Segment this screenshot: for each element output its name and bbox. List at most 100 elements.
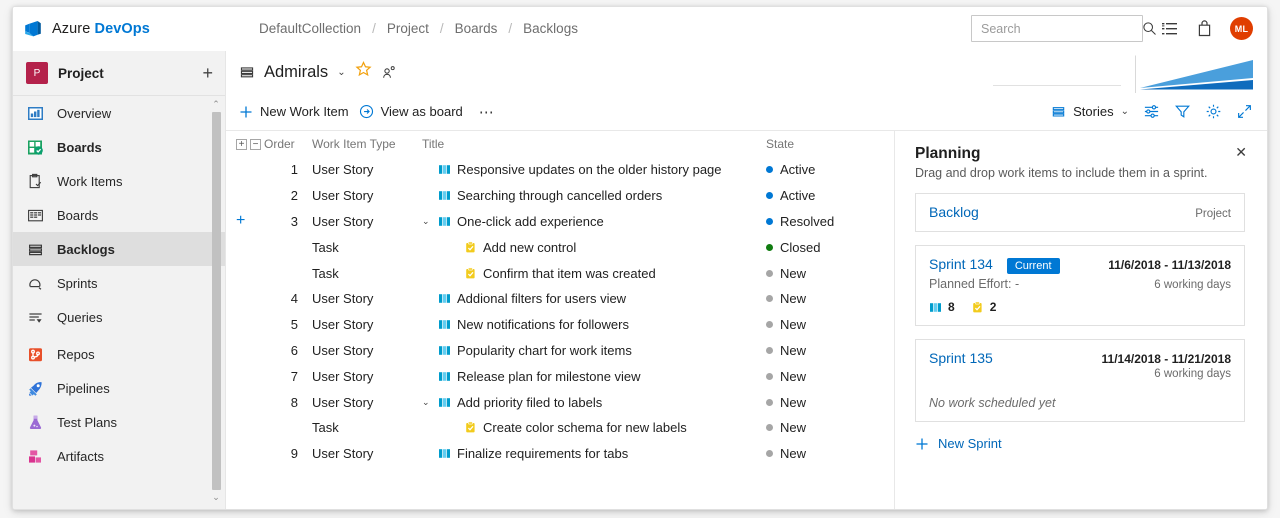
row-expand-chevron-icon[interactable]: ⌄ [422, 397, 432, 408]
velocity-chart-widget[interactable] [1135, 55, 1253, 93]
work-item-title[interactable]: One-click add experience [457, 214, 604, 229]
work-item-title[interactable]: Confirm that item was created [483, 266, 656, 281]
search-box[interactable] [971, 15, 1156, 42]
star-icon[interactable] [355, 61, 372, 83]
backlog-drop-card[interactable]: Backlog Project [915, 193, 1245, 232]
column-options-icon[interactable] [1143, 103, 1160, 120]
view-as-board-button[interactable]: View as board [359, 104, 473, 119]
project-header[interactable]: P Project + [13, 51, 225, 96]
column-header-title[interactable]: Title [422, 131, 766, 157]
cell-work-item-type: User Story [312, 213, 374, 229]
table-row[interactable]: 4 User Story ⌄Addional filters for users v… [226, 286, 894, 312]
table-row[interactable]: 1 User Story ⌄Responsive updates on the ol… [226, 157, 894, 183]
status-dot [766, 346, 773, 354]
avatar[interactable]: ML [1230, 17, 1253, 40]
new-sprint-button[interactable]: New Sprint [915, 436, 1245, 451]
backlog-card-name[interactable]: Backlog [929, 204, 979, 220]
collapse-all-icon[interactable]: − [250, 138, 261, 150]
brand[interactable]: Azure DevOps [23, 19, 223, 39]
more-options-icon[interactable]: ⋯ [473, 103, 501, 121]
sidebar-scrollbar[interactable]: ⌃ ⌄ [210, 99, 222, 503]
sprint-card-134[interactable]: Sprint 134 Current 11/6/2018 - 11/13/201… [915, 245, 1245, 326]
add-project-icon[interactable]: + [202, 64, 213, 82]
sidebar-item-artifacts[interactable]: Artifacts [13, 439, 225, 473]
work-item-title[interactable]: Addional filters for users view [457, 291, 626, 306]
backlog-level-selector[interactable]: Stories ⌄ [1051, 104, 1129, 119]
sidebar-item-repos[interactable]: Repos [13, 337, 225, 371]
search-input[interactable] [981, 21, 1142, 36]
breadcrumb-item-boards[interactable]: Boards [455, 21, 498, 36]
table-row[interactable]: 7 User Story ⌄Release plan for milestone v… [226, 363, 894, 389]
test-plans-icon [26, 413, 45, 432]
work-item-title[interactable]: New notifications for followers [457, 317, 629, 332]
sidebar-item-pipelines[interactable]: Pipelines [13, 371, 225, 405]
new-work-item-button[interactable]: New Work Item [239, 104, 359, 119]
table-body: 1 User Story ⌄ Responsive updates on the ol… [226, 157, 894, 467]
fullscreen-icon[interactable] [1236, 103, 1253, 120]
work-item-title[interactable]: Add new control [483, 240, 576, 255]
filter-icon[interactable] [1174, 103, 1191, 120]
sidebar-item-boards[interactable]: Boards [13, 198, 225, 232]
work-item-title[interactable]: Create color schema for new labels [483, 420, 687, 435]
table-row[interactable]: Task ⌄Confirm that item was created New [226, 260, 894, 286]
close-icon[interactable]: ✕ [1235, 145, 1247, 159]
gear-icon[interactable] [1205, 103, 1222, 120]
view-as-board-label: View as board [380, 104, 463, 119]
table-row[interactable]: 2 User Story ⌄Searching through cancelled … [226, 183, 894, 209]
breadcrumb-item-project[interactable]: Project [387, 21, 429, 36]
expand-all-icon[interactable]: + [236, 138, 247, 150]
task-icon [971, 301, 984, 314]
chevron-down-icon[interactable]: ⌄ [337, 67, 345, 78]
scroll-down-icon[interactable]: ⌄ [212, 492, 220, 503]
brand-bold: DevOps [94, 20, 150, 37]
sidebar-item-label: Repos [57, 346, 95, 362]
user-story-icon [438, 292, 451, 305]
team-members-icon[interactable] [381, 64, 398, 81]
backlog-icon [1051, 104, 1066, 119]
table-row[interactable]: +3 User Story ⌄ One-click add experience Res… [226, 209, 894, 235]
scroll-up-icon[interactable]: ⌃ [212, 99, 220, 110]
status-dot [766, 192, 773, 200]
scrollbar-thumb[interactable] [211, 112, 221, 490]
work-item-title[interactable]: Add priority filed to labels [457, 395, 602, 410]
table-row[interactable]: 5 User Story ⌄New notifications for follow… [226, 312, 894, 338]
work-item-title[interactable]: Searching through cancelled orders [457, 188, 662, 203]
table-row[interactable]: Task ⌄Add new control Closed [226, 234, 894, 260]
shopping-bag-icon[interactable] [1197, 20, 1212, 37]
sprint-name[interactable]: Sprint 135 [929, 350, 993, 366]
sprint-card-135[interactable]: Sprint 135 11/14/2018 - 11/21/2018 6 wor… [915, 339, 1245, 422]
app-window: Azure DevOps DefaultCollection / Project… [12, 6, 1268, 510]
sidebar-item-boards-hub[interactable]: Boards [13, 130, 225, 164]
search-icon[interactable] [1142, 21, 1157, 36]
breadcrumb-item-collection[interactable]: DefaultCollection [259, 21, 361, 36]
cell-state: New [766, 260, 894, 286]
cell-order: 1 [290, 162, 298, 178]
column-header-state[interactable]: State [766, 131, 894, 157]
work-item-title[interactable]: Finalize requirements for tabs [457, 446, 628, 461]
status-label: New [780, 368, 807, 384]
cell-work-item-type: User Story [312, 342, 374, 358]
sidebar-item-work-items[interactable]: Work Items [13, 164, 225, 198]
table-row[interactable]: Task ⌄Create color schema for new labels N… [226, 415, 894, 441]
sprint-name[interactable]: Sprint 134 [929, 256, 993, 272]
table-row[interactable]: 8 User Story ⌄ Add priority filed to labels… [226, 389, 894, 415]
breadcrumb-item-backlogs[interactable]: Backlogs [523, 21, 578, 36]
work-item-title[interactable]: Responsive updates on the older history … [457, 162, 722, 177]
work-item-title[interactable]: Release plan for milestone view [457, 369, 641, 384]
sidebar-item-queries[interactable]: Queries [13, 300, 225, 334]
table-row[interactable]: 9 User Story ⌄Finalize requirements for ta… [226, 441, 894, 467]
sidebar-item-backlogs[interactable]: Backlogs [13, 232, 225, 266]
column-header-work-item-type[interactable]: Work Item Type [312, 131, 422, 157]
sidebar-item-test-plans[interactable]: Test Plans [13, 405, 225, 439]
add-child-icon[interactable]: + [236, 213, 245, 229]
row-expand-chevron-icon[interactable]: ⌄ [422, 216, 432, 227]
work-item-title[interactable]: Popularity chart for work items [457, 343, 632, 358]
sidebar-item-overview[interactable]: Overview [13, 96, 225, 130]
table-row[interactable]: 6 User Story ⌄Popularity chart for work it… [226, 338, 894, 364]
column-header-order[interactable]: Order [264, 131, 312, 157]
cell-order: 3 [290, 213, 298, 229]
work-list-icon[interactable] [1161, 21, 1179, 37]
user-story-icon [438, 370, 451, 383]
sidebar-item-sprints[interactable]: Sprints [13, 266, 225, 300]
cell-title: ⌄Searching through cancelled orders [422, 183, 766, 209]
